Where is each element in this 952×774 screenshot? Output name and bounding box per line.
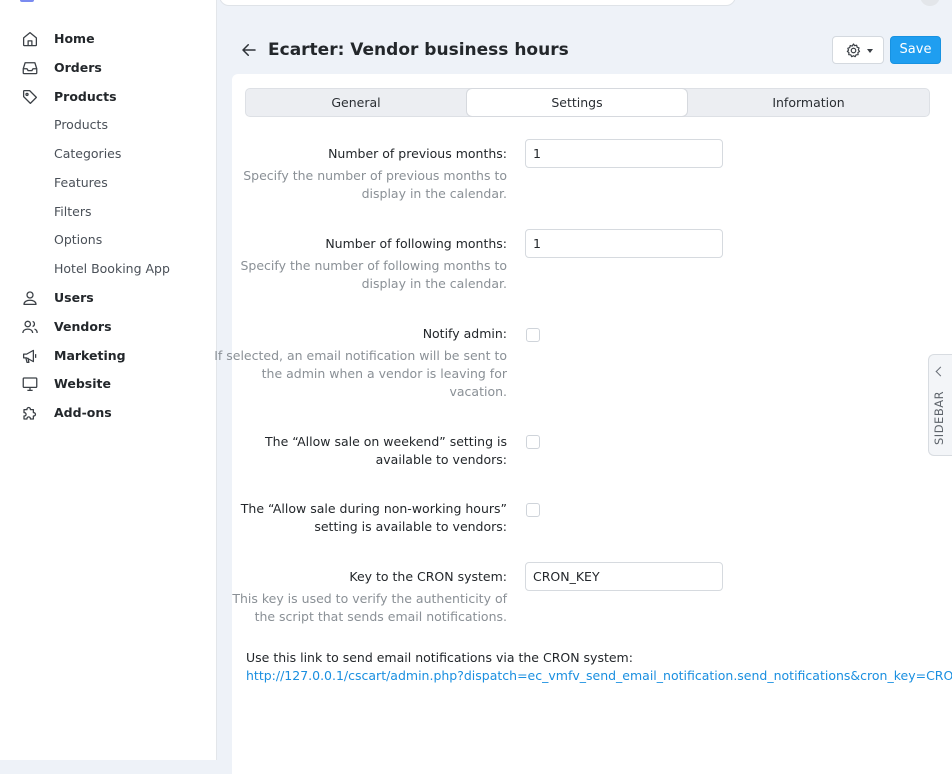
prev-months-label: Number of previous months:: [328, 146, 507, 161]
monitor-icon: [21, 375, 39, 393]
prev-months-hint: Specify the number of previous months to: [243, 168, 507, 183]
cron-key-hint: the script that sends email notification…: [254, 609, 507, 624]
nonworking-label: setting is available to vendors:: [314, 519, 507, 534]
users-icon: [21, 318, 39, 336]
next-months-input[interactable]: [525, 229, 723, 258]
cron-key-hint: This key is used to verify the authentic…: [232, 591, 507, 606]
user-icon: [21, 289, 39, 307]
megaphone-icon: [21, 347, 39, 365]
nav-label: Users: [54, 290, 94, 305]
nav-label: Website: [54, 376, 111, 391]
search-input[interactable]: [219, 0, 736, 6]
notify-admin-hint: If selected, an email notification will …: [214, 348, 507, 363]
nav-item-marketing[interactable]: Marketing: [0, 343, 217, 369]
nav-label: Options: [54, 232, 103, 247]
nav-label: Filters: [54, 204, 92, 219]
nav-label: Orders: [54, 60, 102, 75]
nonworking-label: The “Allow sale during non-working hours…: [240, 501, 507, 516]
puzzle-icon: [21, 404, 39, 422]
chevron-left-icon: [935, 366, 946, 377]
nav-label: Marketing: [54, 348, 126, 363]
chevron-down-icon: [867, 49, 873, 53]
nav-label: Products: [54, 117, 108, 132]
notify-admin-hint: the admin when a vendor is leaving for: [261, 366, 507, 381]
nav-label: Categories: [54, 146, 122, 161]
nav-subitem-options[interactable]: Options: [0, 227, 217, 253]
notify-admin-label: Notify admin:: [422, 326, 507, 341]
cron-key-input[interactable]: [525, 562, 723, 591]
nav-subitem-hotel-booking-app[interactable]: Hotel Booking App: [0, 256, 217, 282]
nav-label: Hotel Booking App: [54, 261, 170, 276]
nav-item-orders[interactable]: Orders: [0, 55, 217, 81]
tab-information[interactable]: Information: [688, 89, 929, 116]
nav-label: Vendors: [54, 319, 112, 334]
nav-item-products[interactable]: Products: [0, 84, 217, 110]
nav-item-users[interactable]: Users: [0, 285, 217, 311]
notify-admin-checkbox[interactable]: [526, 328, 540, 342]
tab-bar: General Settings Information: [245, 88, 930, 117]
nav-item-website[interactable]: Website: [0, 371, 217, 397]
nav-subitem-filters[interactable]: Filters: [0, 199, 217, 225]
prev-months-hint: display in the calendar.: [361, 186, 507, 201]
settings-dropdown-button[interactable]: [832, 36, 884, 64]
weekend-label: available to vendors:: [375, 452, 507, 467]
prev-months-input[interactable]: [525, 139, 723, 168]
save-button[interactable]: Save: [890, 36, 941, 64]
notify-admin-hint: vacation.: [449, 384, 507, 399]
nonworking-checkbox[interactable]: [526, 503, 540, 517]
nav-label: Features: [54, 175, 108, 190]
nav-item-vendors[interactable]: Vendors: [0, 314, 217, 340]
next-months-hint: Specify the number of following months t…: [240, 258, 508, 273]
weekend-label: The “Allow sale on weekend” setting is: [265, 434, 507, 449]
nav-item-home[interactable]: Home: [0, 26, 217, 52]
cron-note: Use this link to send email notification…: [246, 650, 633, 665]
home-icon: [21, 30, 39, 48]
cron-key-label: Key to the CRON system:: [349, 569, 507, 584]
avatar[interactable]: [920, 0, 940, 6]
left-navigation: Home Orders Products Products Categories…: [0, 0, 217, 760]
nav-subitem-products[interactable]: Products: [0, 112, 217, 138]
inbox-icon: [21, 59, 39, 77]
tab-settings[interactable]: Settings: [467, 89, 687, 116]
nav-label: Home: [54, 31, 95, 46]
gear-icon: [845, 42, 862, 59]
nav-subitem-features[interactable]: Features: [0, 170, 217, 196]
next-months-hint: display in the calendar.: [361, 276, 507, 291]
back-arrow-icon[interactable]: [240, 41, 258, 59]
sidebar-toggle-label: SIDEBAR: [932, 390, 946, 445]
page-title: Ecarter: Vendor business hours: [268, 40, 569, 60]
next-months-label: Number of following months:: [325, 236, 507, 251]
tag-icon: [21, 88, 39, 106]
weekend-checkbox[interactable]: [526, 435, 540, 449]
nav-item-add-ons[interactable]: Add-ons: [0, 400, 217, 426]
sidebar-toggle[interactable]: SIDEBAR: [928, 354, 952, 456]
nav-label: Add-ons: [54, 405, 112, 420]
cron-link[interactable]: http://127.0.0.1/cscart/admin.php?dispat…: [246, 667, 952, 685]
logo[interactable]: [20, 0, 90, 4]
nav-subitem-categories[interactable]: Categories: [0, 141, 217, 167]
nav-label: Products: [54, 89, 117, 104]
tab-general[interactable]: General: [246, 89, 466, 116]
top-bar-icons: [872, 0, 952, 8]
